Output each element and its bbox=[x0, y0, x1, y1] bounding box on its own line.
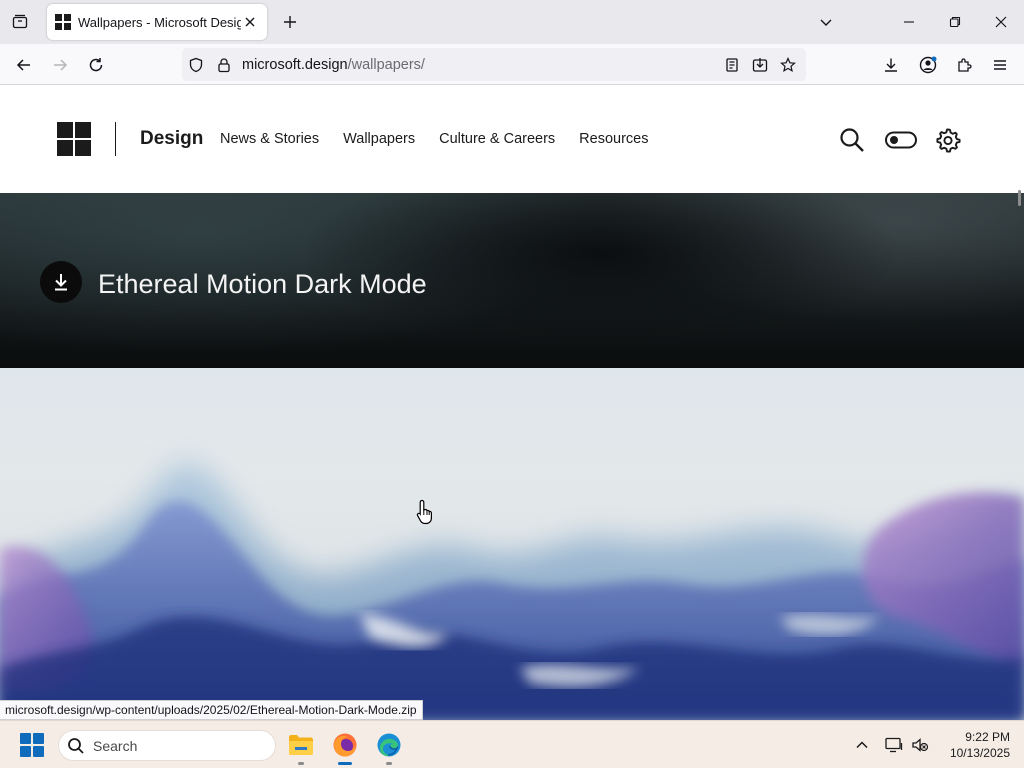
firefox-icon[interactable] bbox=[327, 727, 363, 765]
close-tab-icon[interactable] bbox=[241, 13, 259, 31]
wallpaper-title: Ethereal Motion Dark Mode bbox=[98, 269, 427, 299]
plus-icon[interactable] bbox=[278, 10, 302, 34]
nav-wallpapers[interactable]: Wallpapers bbox=[343, 131, 415, 147]
taskbar-search-label: Search bbox=[93, 737, 138, 754]
nav-culture-careers[interactable]: Culture & Careers bbox=[439, 131, 555, 147]
wallpaper-hero: Ethereal Motion Dark Mode bbox=[0, 193, 1024, 368]
nav-resources[interactable]: Resources bbox=[579, 131, 648, 147]
site-header: Design News & Stories Wallpapers Culture… bbox=[0, 85, 1024, 193]
url-path: /wallpapers/ bbox=[347, 56, 425, 73]
url-bar[interactable]: microsoft.design/wallpapers/ bbox=[182, 48, 806, 81]
tab-list-icon[interactable] bbox=[8, 10, 32, 34]
chevron-up-icon[interactable] bbox=[850, 733, 874, 757]
download-button[interactable] bbox=[40, 261, 82, 303]
download-icon[interactable] bbox=[877, 51, 905, 79]
arrow-right-icon[interactable] bbox=[46, 51, 74, 79]
puzzle-icon[interactable] bbox=[950, 51, 978, 79]
reader-view-icon[interactable] bbox=[718, 51, 746, 79]
save-to-pocket-icon[interactable] bbox=[746, 51, 774, 79]
close-window-icon[interactable] bbox=[978, 0, 1024, 44]
taskbar-clock[interactable]: 9:22 PM 10/13/2025 bbox=[938, 729, 1010, 761]
reload-icon[interactable] bbox=[82, 51, 110, 79]
network-monitor-icon[interactable] bbox=[882, 733, 906, 757]
file-explorer-icon[interactable] bbox=[283, 727, 319, 765]
gear-icon[interactable] bbox=[933, 125, 963, 155]
volume-muted-icon[interactable] bbox=[908, 733, 932, 757]
url-text[interactable]: microsoft.design/wallpapers/ bbox=[242, 57, 718, 73]
chevron-down-icon[interactable] bbox=[814, 10, 838, 34]
edge-icon[interactable] bbox=[371, 727, 407, 765]
microsoft-favicon-icon bbox=[55, 14, 71, 30]
star-icon[interactable] bbox=[774, 51, 802, 79]
logo-divider bbox=[115, 122, 116, 156]
browser-tab-active[interactable]: Wallpapers - Microsoft Design bbox=[47, 4, 267, 40]
app-running-indicator bbox=[386, 762, 392, 765]
site-nav: News & Stories Wallpapers Culture & Care… bbox=[220, 131, 648, 147]
minimize-icon[interactable] bbox=[886, 0, 932, 44]
app-running-indicator bbox=[298, 762, 304, 765]
status-link-preview: microsoft.design/wp-content/uploads/2025… bbox=[0, 700, 423, 720]
search-icon[interactable] bbox=[837, 125, 867, 155]
brand-title[interactable]: Design bbox=[140, 128, 203, 150]
search-icon bbox=[68, 737, 84, 754]
wallpaper-preview-image[interactable] bbox=[0, 368, 1024, 720]
arrow-left-icon[interactable] bbox=[10, 51, 38, 79]
hand-pointer-cursor-icon bbox=[416, 499, 436, 525]
browser-nav-bar: microsoft.design/wallpapers/ bbox=[0, 44, 1024, 85]
taskbar: Search 9:22 PM 10/13/2025 bbox=[0, 720, 1024, 768]
windows-start-icon[interactable] bbox=[20, 733, 44, 757]
taskbar-search[interactable]: Search bbox=[58, 730, 276, 761]
account-icon[interactable] bbox=[914, 51, 942, 79]
hamburger-icon[interactable] bbox=[986, 51, 1014, 79]
app-active-indicator bbox=[338, 762, 352, 765]
clock-time: 9:22 PM bbox=[965, 730, 1010, 744]
clock-date: 10/13/2025 bbox=[949, 746, 1010, 760]
microsoft-logo-icon[interactable] bbox=[57, 122, 91, 156]
restore-icon[interactable] bbox=[932, 0, 978, 44]
page-scrollbar[interactable] bbox=[1018, 190, 1021, 206]
toggle-icon[interactable] bbox=[884, 125, 918, 155]
lock-icon[interactable] bbox=[210, 51, 238, 79]
nav-news-stories[interactable]: News & Stories bbox=[220, 131, 319, 147]
browser-tab-strip: Wallpapers - Microsoft Design bbox=[0, 0, 1024, 44]
tab-title: Wallpapers - Microsoft Design bbox=[78, 14, 241, 30]
shield-icon[interactable] bbox=[182, 51, 210, 79]
url-domain: microsoft.design bbox=[242, 56, 348, 73]
